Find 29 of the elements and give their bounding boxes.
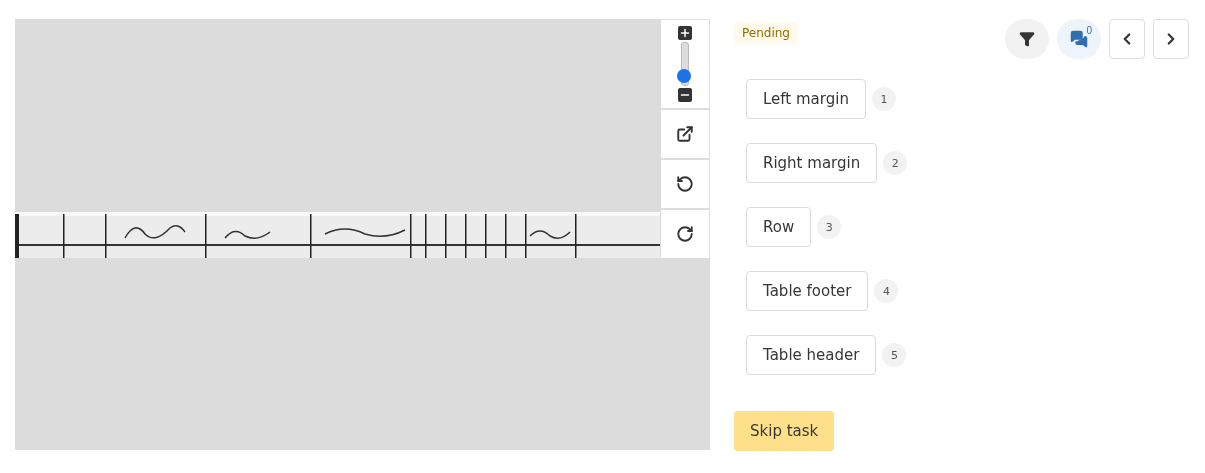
zoom-in-icon[interactable] xyxy=(678,26,692,40)
rotate-left-button[interactable] xyxy=(660,159,710,209)
shortcut-badge: 3 xyxy=(817,215,842,239)
comments-button[interactable]: 0 xyxy=(1057,19,1101,59)
status-tag: Pending xyxy=(734,22,798,44)
next-button[interactable] xyxy=(1153,19,1189,59)
filter-button[interactable] xyxy=(1005,19,1049,59)
label-button[interactable]: Table header xyxy=(746,335,877,375)
skip-button[interactable]: Skip task xyxy=(734,411,835,451)
previous-button[interactable] xyxy=(1109,19,1145,59)
comments-icon xyxy=(1070,30,1088,48)
rotate-right-button[interactable] xyxy=(660,209,710,259)
label-button[interactable]: Row xyxy=(746,207,812,247)
open-external-button[interactable] xyxy=(660,109,710,159)
label-button[interactable]: Table footer xyxy=(746,271,869,311)
label-button[interactable]: Right margin xyxy=(746,143,878,183)
comment-count: 0 xyxy=(1086,25,1092,36)
shortcut-badge: 5 xyxy=(882,343,907,367)
rotate-right-icon xyxy=(676,225,694,243)
label-button[interactable]: Left margin xyxy=(746,79,866,119)
rotate-left-icon xyxy=(676,175,694,193)
shortcut-badge: 4 xyxy=(874,279,899,303)
slider-thumb[interactable] xyxy=(677,68,691,83)
external-link-icon xyxy=(676,125,694,143)
zoom-control[interactable] xyxy=(660,19,710,109)
zoom-out-icon[interactable] xyxy=(678,88,692,102)
shortcut-badge: 1 xyxy=(871,87,896,111)
shortcut-badge: 2 xyxy=(883,151,908,175)
filter-icon xyxy=(1019,31,1035,47)
